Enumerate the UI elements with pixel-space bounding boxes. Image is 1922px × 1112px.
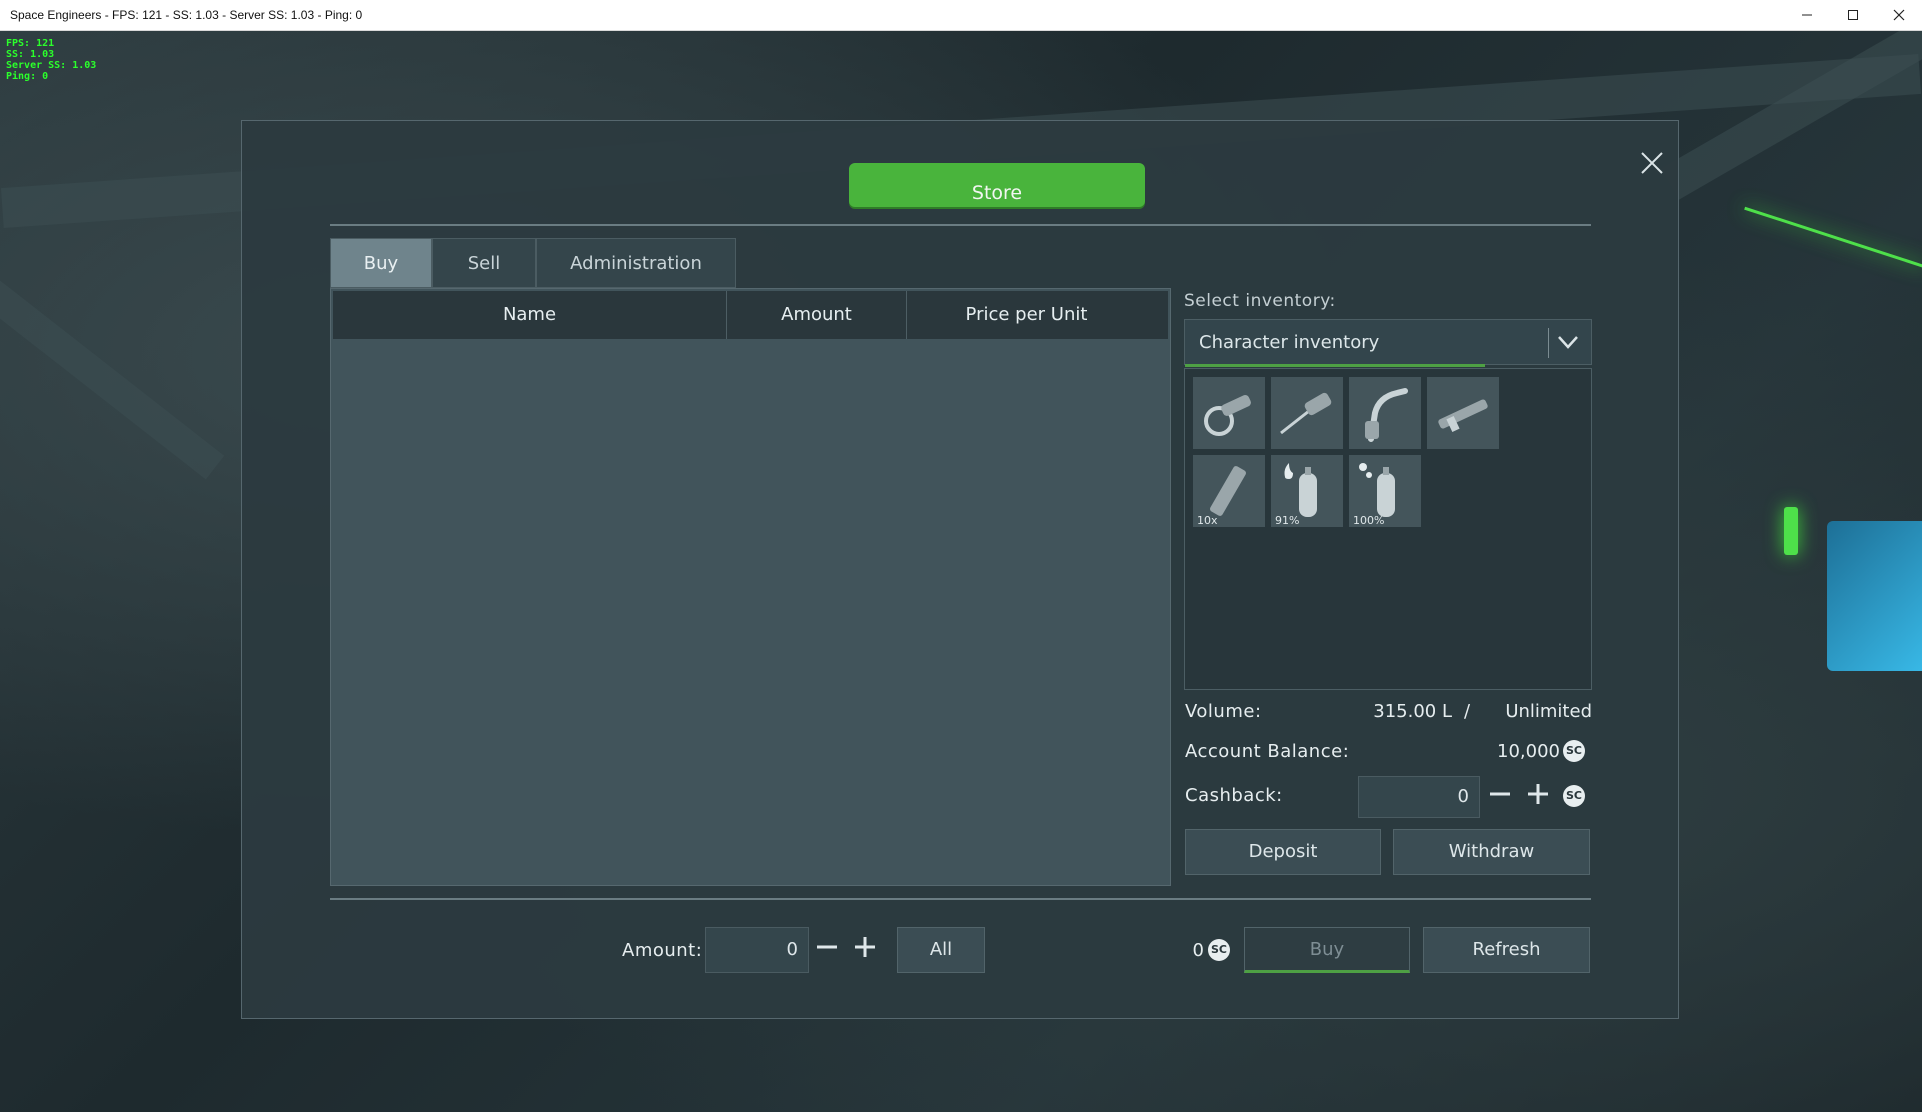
plus-icon	[855, 937, 875, 957]
column-amount[interactable]: Amount	[727, 291, 907, 339]
inventory-slot[interactable]	[1349, 377, 1421, 449]
inventory-dropdown-value: Character inventory	[1199, 332, 1380, 353]
offers-table: Name Amount Price per Unit	[330, 288, 1171, 886]
volume-max: Unlimited	[1505, 701, 1592, 722]
divider	[330, 898, 1591, 900]
chevron-down-icon	[1558, 336, 1578, 349]
inventory-slot[interactable]: 10x	[1193, 455, 1265, 527]
amount-label: Amount:	[622, 940, 703, 961]
table-header: Name Amount Price per Unit	[333, 291, 1168, 339]
inventory-slot[interactable]	[1271, 377, 1343, 449]
tab-sell[interactable]: Sell	[432, 238, 536, 288]
inventory-dropdown[interactable]: Character inventory	[1184, 319, 1592, 367]
buy-button[interactable]: Buy	[1244, 927, 1410, 973]
server-ss-text: Server SS: 1.03	[6, 60, 97, 71]
maximize-button[interactable]	[1830, 0, 1876, 30]
ping-text: Ping: 0	[6, 71, 49, 82]
volume-label: Volume:	[1185, 701, 1262, 722]
cashback-input[interactable]: 0	[1358, 776, 1480, 818]
space-credit-icon: SC	[1563, 785, 1585, 807]
plus-icon	[1528, 784, 1548, 804]
maximize-icon	[1848, 10, 1858, 20]
deposit-button[interactable]: Deposit	[1185, 829, 1381, 875]
cashback-decrease-button[interactable]	[1487, 781, 1513, 807]
minimize-button[interactable]	[1784, 0, 1830, 30]
store-dialog: Store Buy Sell Administration Name Amoun…	[241, 120, 1679, 1019]
account-balance-value: 10,000	[1497, 741, 1560, 762]
dropdown-separator	[1548, 328, 1549, 358]
background-beam	[0, 252, 225, 480]
green-light	[1744, 206, 1922, 269]
column-price-per-unit[interactable]: Price per Unit	[907, 291, 1146, 339]
minimize-icon	[1802, 14, 1812, 16]
ss-text: SS: 1.03	[6, 49, 55, 60]
select-inventory-label: Select inventory:	[1184, 291, 1336, 311]
wall-screen	[1827, 521, 1922, 671]
cashback-label: Cashback:	[1185, 785, 1283, 806]
window-titlebar: Space Engineers - FPS: 121 - SS: 1.03 - …	[0, 0, 1922, 31]
volume-separator: /	[1463, 701, 1471, 722]
close-icon	[1641, 152, 1663, 174]
inventory-slot[interactable]: 91%	[1271, 455, 1343, 527]
grinder-icon	[1204, 394, 1251, 436]
fps-text: FPS: 121	[6, 38, 55, 49]
amount-decrease-button[interactable]	[814, 934, 840, 960]
item-quantity: 100%	[1353, 514, 1385, 527]
window-title: Space Engineers - FPS: 121 - SS: 1.03 - …	[10, 8, 363, 22]
minus-icon	[1490, 792, 1510, 796]
account-balance-label: Account Balance:	[1185, 741, 1350, 762]
green-light	[1784, 507, 1798, 555]
item-quantity: 10x	[1197, 514, 1218, 527]
column-name[interactable]: Name	[333, 291, 727, 339]
debug-overlay: FPS: 121 SS: 1.03 Server SS: 1.03 Ping: …	[6, 38, 96, 82]
inventory-slot[interactable]	[1427, 377, 1499, 449]
store-tabs: Buy Sell Administration	[330, 238, 736, 288]
refresh-button[interactable]: Refresh	[1423, 927, 1590, 973]
inventory-grid: 10x 91% 100%	[1184, 368, 1592, 690]
minus-icon	[817, 945, 837, 949]
divider	[330, 224, 1591, 226]
background-beam	[1661, 31, 1922, 200]
amount-input[interactable]: 0	[705, 927, 809, 973]
volume-value: 315.00 L	[1373, 701, 1452, 722]
space-credit-icon: SC	[1208, 939, 1230, 961]
tab-administration[interactable]: Administration	[536, 238, 736, 288]
total-price: 0	[1192, 940, 1204, 961]
close-icon	[1893, 9, 1905, 21]
withdraw-button[interactable]: Withdraw	[1393, 829, 1590, 875]
cashback-increase-button[interactable]	[1525, 781, 1551, 807]
rifle-icon	[1438, 399, 1488, 433]
all-button[interactable]: All	[897, 927, 985, 973]
amount-increase-button[interactable]	[852, 934, 878, 960]
hand-drill-icon	[1280, 392, 1332, 435]
dropdown-accent-bar	[1185, 364, 1485, 367]
store-title: Store	[849, 163, 1145, 207]
space-credit-icon: SC	[1563, 740, 1585, 762]
close-window-button[interactable]	[1876, 0, 1922, 30]
close-dialog-button[interactable]	[1632, 143, 1672, 183]
item-quantity: 91%	[1275, 514, 1300, 527]
inventory-slot[interactable]	[1193, 377, 1265, 449]
welder-icon	[1365, 388, 1408, 442]
inventory-slot[interactable]: 100%	[1349, 455, 1421, 527]
tab-buy[interactable]: Buy	[330, 238, 432, 288]
